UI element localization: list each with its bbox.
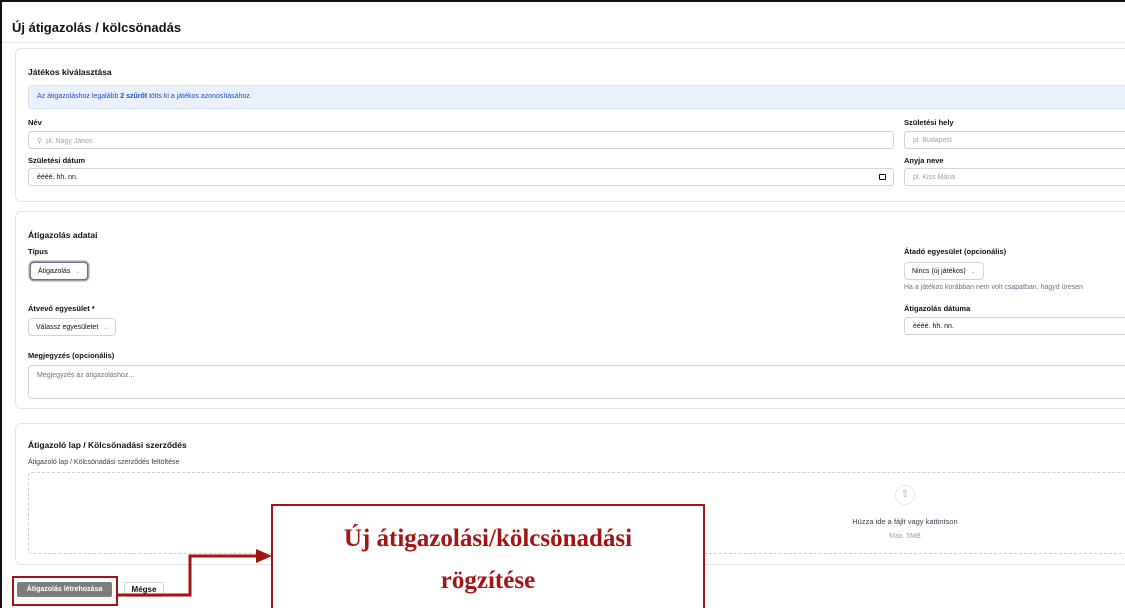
page-title: Új átigazolás / kölcsönadás <box>12 20 182 35</box>
document-subtitle: Átigazoló lap / Kölcsönadási szerződés f… <box>28 459 180 466</box>
annotation-line-2: rögzítése <box>440 567 536 594</box>
player-selection-card: Játékos kiválasztása Az átigazoláshoz le… <box>15 48 1125 202</box>
chevron-down-icon: ⌄ <box>103 325 109 331</box>
birth-date-value: éééé. hh. nn. <box>37 174 78 181</box>
birth-place-input[interactable]: pl. Budapest <box>904 131 1125 149</box>
birth-date-label: Születési dátum <box>28 156 86 165</box>
from-club-hint: Ha a játékos korábban nem volt csapatban… <box>904 284 1084 291</box>
birth-place-label: Születési hely <box>904 118 954 127</box>
mother-name-label: Anyja neve <box>904 156 944 165</box>
chevron-down-icon: ⌄ <box>970 269 976 275</box>
chevron-down-icon: ⌄ <box>75 269 81 275</box>
info-text-prefix: Az átigazoláshoz legalább <box>37 93 121 100</box>
to-club-value: Válassz egyesületet <box>36 324 99 331</box>
cancel-button[interactable]: Mégse <box>124 582 164 597</box>
transfer-date-input[interactable]: éééé. hh. nn. <box>904 317 1125 335</box>
info-text-suffix: tölts ki a játékos azonosításához. <box>147 93 252 100</box>
from-club-label: Átadó egyesület (opcionális) <box>904 247 1007 256</box>
upload-icon: ⇧ <box>895 485 915 505</box>
mother-name-input[interactable]: pl. Kiss Mária <box>904 168 1125 186</box>
document-section-title: Átigazoló lap / Kölcsönadási szerződés <box>28 440 187 450</box>
transfer-date-label: Átigazolás dátuma <box>904 304 971 313</box>
calendar-icon[interactable] <box>879 174 886 180</box>
dropzone-text: Húzza ide a fájlt vagy kattintson <box>852 517 958 526</box>
info-text-bold: 2 szűrőt <box>120 93 148 100</box>
birth-date-input[interactable]: éééé. hh. nn. <box>28 168 894 186</box>
type-label: Típus <box>28 247 48 256</box>
note-label: Megjegyzés (opcionális) <box>28 351 115 360</box>
birth-place-placeholder: pl. Budapest <box>913 137 952 144</box>
to-club-select[interactable]: Válassz egyesületet ⌄ <box>28 318 117 336</box>
title-divider <box>2 42 1125 43</box>
search-icon: ⚲ <box>37 138 43 145</box>
annotation-callout: Új átigazolási/kölcsönadási rögzítése <box>271 504 705 608</box>
note-placeholder: Megjegyzés az átigazoláshoz... <box>37 372 135 379</box>
name-placeholder: pl. Nagy János <box>46 138 93 145</box>
note-textarea[interactable]: Megjegyzés az átigazoláshoz... <box>28 365 1125 399</box>
type-value: Átigazolás <box>38 268 71 275</box>
to-club-label: Átvevő egyesület * <box>28 304 95 313</box>
name-label: Név <box>28 118 42 127</box>
from-club-value: Nincs (új játékos) <box>912 268 966 275</box>
transfer-section-title: Átigazolás adatai <box>28 230 98 240</box>
dropzone-max-size: Max. 5MB <box>889 533 921 540</box>
mother-name-placeholder: pl. Kiss Mária <box>913 174 956 181</box>
transfer-details-card: Átigazolás adatai Típus Átigazolás ⌄ Átad… <box>15 211 1125 409</box>
transfer-date-value: éééé. hh. nn. <box>913 323 954 330</box>
annotation-line-1: Új átigazolási/kölcsönadási <box>343 525 633 552</box>
type-select[interactable]: Átigazolás ⌄ <box>30 262 89 280</box>
annotation-highlight-box <box>12 576 118 606</box>
from-club-select[interactable]: Nincs (új játékos) ⌄ <box>904 262 984 280</box>
player-section-title: Játékos kiválasztása <box>28 67 112 77</box>
name-input[interactable]: ⚲ pl. Nagy János <box>28 131 894 149</box>
filter-info-banner: Az átigazoláshoz legalább 2 szűrőt tölts… <box>28 85 1125 109</box>
